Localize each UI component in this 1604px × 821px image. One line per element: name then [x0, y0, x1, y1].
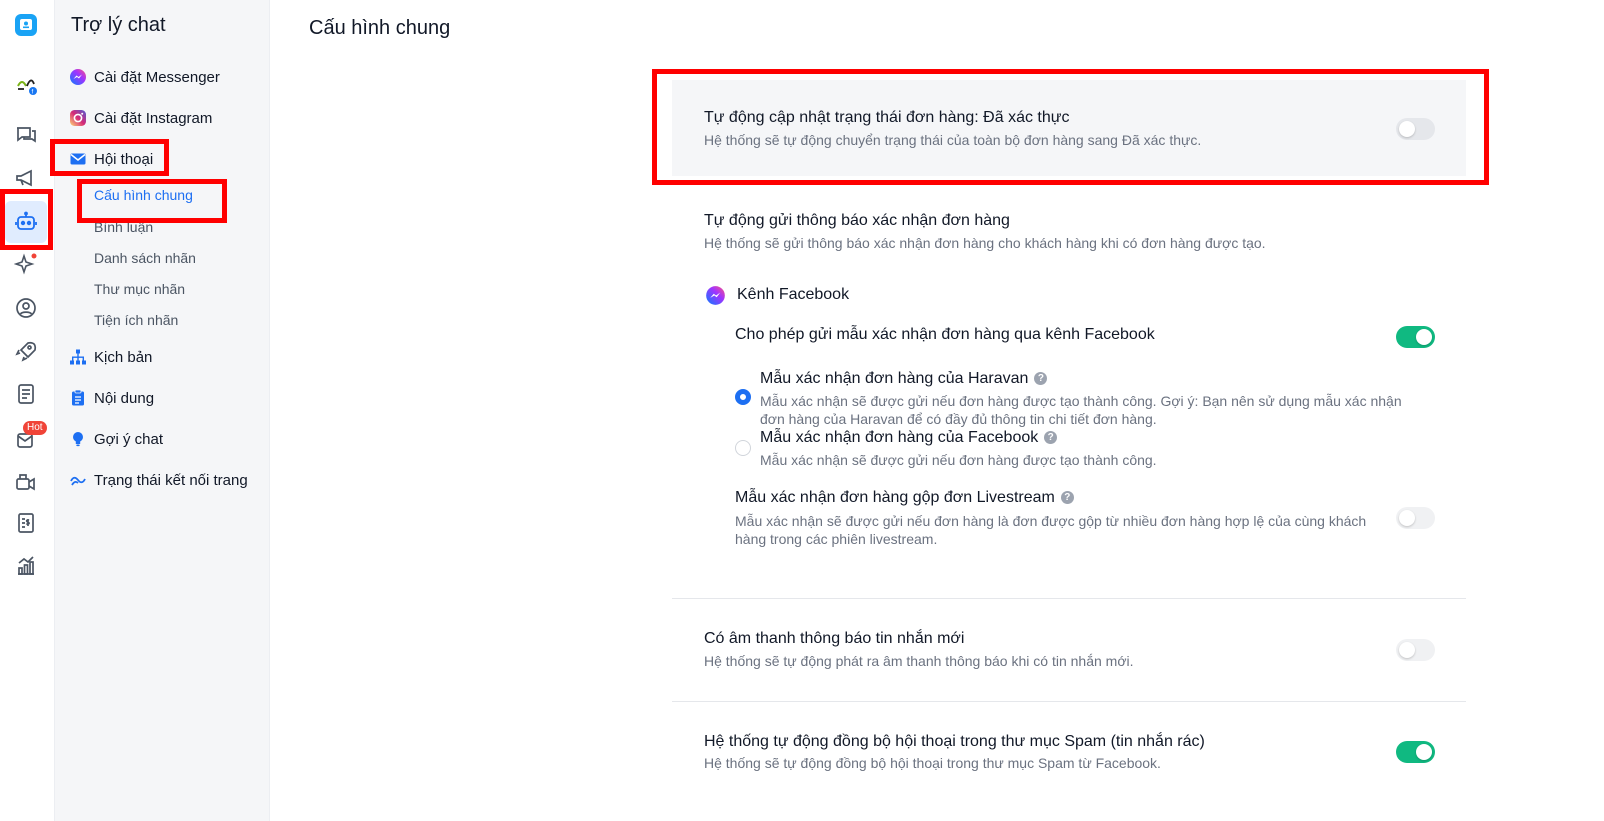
spam-sync-title: Hệ thống tự động đồng bộ hội thoại trong… — [704, 733, 1205, 750]
highlight-conversations — [50, 139, 169, 176]
analytics-icon[interactable] — [5, 545, 47, 587]
lightbulb-icon — [69, 430, 87, 448]
toggle-knob — [1399, 510, 1415, 526]
livestream-template-title: Mẫu xác nhận đơn hàng gộp đơn Livestream… — [735, 489, 1074, 507]
chat-icon[interactable] — [5, 114, 47, 156]
sidebar-item-label: Trạng thái kết nối trang — [94, 471, 248, 489]
auto-send-desc: Hệ thống sẽ gửi thông báo xác nhận đơn h… — [704, 235, 1266, 251]
sidebar-item-chat-suggestions[interactable]: Gợi ý chat — [69, 425, 163, 453]
sidebar-item-messenger[interactable]: Cài đặt Messenger — [69, 63, 220, 91]
rocket-icon[interactable] — [5, 330, 47, 372]
sidebar-item-label: Cài đặt Messenger — [94, 68, 220, 86]
instagram-icon — [69, 109, 87, 127]
auto-send-title: Tự động gửi thông báo xác nhận đơn hàng — [704, 212, 1010, 229]
sidebar-item-content[interactable]: Nội dung — [69, 384, 154, 412]
video-icon[interactable] — [5, 460, 47, 502]
app-logo-icon[interactable] — [5, 4, 47, 46]
haravan-template-desc-2: đơn hàng của Haravan để có đầy đủ thông … — [760, 411, 1157, 427]
page-title: Cấu hình chung — [309, 17, 451, 39]
help-icon[interactable]: ? — [1060, 491, 1074, 505]
sidebar-item-page-connection[interactable]: Trạng thái kết nối trang — [69, 466, 248, 494]
messenger-channel-icon — [705, 285, 726, 306]
document-list-icon[interactable] — [5, 373, 47, 415]
highlight-bot-icon — [0, 189, 53, 250]
toggle-knob — [1399, 642, 1415, 658]
sound-title: Có âm thanh thông báo tin nhắn mới — [704, 630, 965, 647]
subitem-tag-folders[interactable]: Thư mục nhãn — [94, 281, 185, 297]
icon-rail: f Hot — [0, 0, 55, 821]
divider — [672, 701, 1466, 702]
mail-promo-icon[interactable]: Hot — [5, 417, 47, 459]
livestream-template-desc-2: hàng trong các phiên livestream. — [735, 531, 938, 547]
subitem-tag-utilities[interactable]: Tiện ích nhãn — [94, 312, 178, 328]
sidebar-item-label: Cài đặt Instagram — [94, 109, 213, 127]
sidebar-item-instagram[interactable]: Cài đặt Instagram — [69, 104, 212, 132]
sound-desc: Hệ thống sẽ tự động phát ra âm thanh thô… — [704, 653, 1134, 669]
clipboard-icon — [69, 389, 87, 407]
spam-sync-desc: Hệ thống sẽ tự động đồng bộ hội thoại tr… — [704, 755, 1161, 771]
toggle-knob — [1416, 744, 1432, 760]
facebook-template-desc: Mẫu xác nhận sẽ được gửi nếu đơn hàng đư… — [760, 452, 1157, 468]
haravan-template-desc-1: Mẫu xác nhận sẽ được gửi nếu đơn hàng đư… — [760, 393, 1402, 409]
sidebar-item-label: Gợi ý chat — [94, 430, 164, 448]
settings-sidebar: Trợ lý chat Cài đặt Messenger Cài đặt In… — [55, 0, 270, 821]
sidebar-item-label: Nội dung — [94, 389, 155, 407]
livestream-template-desc-1: Mẫu xác nhận sẽ được gửi nếu đơn hàng là… — [735, 513, 1367, 529]
divider — [672, 598, 1466, 599]
allow-facebook-toggle[interactable] — [1396, 326, 1435, 348]
sidebar-title: Trợ lý chat — [71, 14, 166, 36]
user-circle-icon[interactable] — [5, 287, 47, 329]
help-icon[interactable]: ? — [1034, 372, 1048, 386]
sound-toggle[interactable] — [1396, 639, 1435, 661]
sidebar-item-label: Kịch bản — [94, 348, 153, 366]
allow-facebook-label: Cho phép gửi mẫu xác nhận đơn hàng qua k… — [735, 326, 1155, 343]
hot-badge: Hot — [23, 421, 47, 435]
highlight-auto-update — [652, 69, 1489, 185]
spam-sync-toggle[interactable] — [1396, 741, 1435, 763]
haravan-template-radio[interactable] — [735, 389, 751, 405]
messenger-icon — [69, 68, 87, 86]
subitem-tag-list[interactable]: Danh sách nhãn — [94, 250, 196, 266]
connection-icon — [69, 471, 87, 489]
haravan-template-title-text: Mẫu xác nhận đơn hàng của Haravan — [760, 370, 1029, 387]
livestream-template-title-text: Mẫu xác nhận đơn hàng gộp đơn Livestream — [735, 489, 1055, 506]
facebook-template-title-text: Mẫu xác nhận đơn hàng của Facebook — [760, 429, 1039, 446]
toggle-knob — [1416, 329, 1432, 345]
facebook-template-title: Mẫu xác nhận đơn hàng của Facebook? — [760, 429, 1058, 447]
invoice-icon[interactable] — [5, 502, 47, 544]
help-icon[interactable]: ? — [1044, 431, 1058, 445]
page-avatar-icon[interactable]: f — [5, 63, 47, 105]
livestream-template-toggle[interactable] — [1396, 507, 1435, 529]
highlight-general-config — [77, 179, 227, 223]
facebook-template-radio[interactable] — [735, 440, 751, 456]
sitemap-icon — [69, 348, 87, 366]
haravan-template-title: Mẫu xác nhận đơn hàng của Haravan? — [760, 370, 1048, 388]
sidebar-item-scripts[interactable]: Kịch bản — [69, 343, 152, 371]
channel-label: Kênh Facebook — [737, 286, 850, 303]
